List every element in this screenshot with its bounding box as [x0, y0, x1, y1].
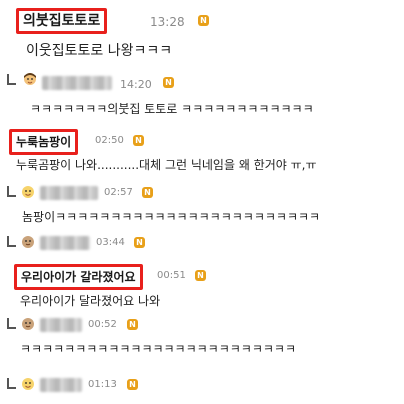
comment-time: 03:44	[96, 237, 125, 248]
new-badge-icon: N	[134, 237, 145, 248]
comment-time: 01:13	[88, 379, 117, 390]
new-badge-icon: N	[142, 187, 153, 198]
new-badge-icon: N	[133, 135, 144, 146]
avatar-icon	[22, 236, 34, 248]
reply-arrow-icon	[7, 378, 16, 389]
blurred-author-name	[42, 76, 112, 90]
avatar-icon	[22, 378, 34, 390]
avatar-icon	[24, 73, 36, 85]
comment-text: 우리아이가 달라졌어요 나와	[20, 294, 161, 308]
comment-text: 이웃집토토로 나왕ㅋㅋㅋ	[26, 43, 173, 59]
reply-arrow-icon	[7, 74, 16, 85]
reply-3: 03:44 N	[0, 232, 404, 258]
comment-time: 13:28	[150, 15, 185, 29]
new-badge-icon: N	[198, 15, 209, 26]
new-badge-icon: N	[195, 270, 206, 281]
new-badge-icon: N	[127, 319, 138, 330]
reply-5: 01:13 N	[0, 374, 404, 404]
author-name-highlighted[interactable]: 의붓집토토로	[16, 8, 108, 34]
comment-time: 00:51	[157, 270, 186, 281]
reply-arrow-icon	[7, 318, 16, 329]
reply-1: 14:20 N ㅋㅋㅋㅋㅋㅋㅋ의붓집 토토로 ㅋㅋㅋㅋㅋㅋㅋㅋㅋㅋㅋㅋ	[0, 70, 404, 122]
reply-arrow-icon	[7, 186, 16, 197]
avatar-icon	[22, 186, 34, 198]
author-name-highlighted[interactable]: 우리아이가 갈라졌어요	[14, 264, 143, 290]
new-badge-icon: N	[127, 379, 138, 390]
blurred-author-name	[40, 236, 90, 250]
comment-time: 02:50	[95, 135, 124, 146]
comment-text: ㅋㅋㅋㅋㅋㅋㅋ의붓집 토토로 ㅋㅋㅋㅋㅋㅋㅋㅋㅋㅋㅋㅋ	[30, 102, 314, 116]
blurred-author-name	[40, 378, 82, 392]
author-name-highlighted[interactable]: 누룩놈팡이	[9, 129, 79, 155]
comment-2: 누룩놈팡이 02:50 N 누룩곰팡이 나와...........대체 그런 닉…	[0, 122, 404, 177]
blurred-author-name	[40, 186, 98, 200]
comment-text: ㅋㅋㅋㅋㅋㅋㅋㅋㅋㅋㅋㅋㅋㅋㅋㅋㅋㅋㅋㅋㅋㅋㅋㅋㅋ	[20, 342, 297, 356]
avatar-icon	[22, 318, 34, 330]
comment-time: 14:20	[120, 78, 152, 91]
comment-text: 놈팡이ㅋㅋㅋㅋㅋㅋㅋㅋㅋㅋㅋㅋㅋㅋㅋㅋㅋㅋㅋㅋㅋㅋㅋㅋ	[22, 210, 321, 224]
reply-2: 02:57 N 놈팡이ㅋㅋㅋㅋㅋㅋㅋㅋㅋㅋㅋㅋㅋㅋㅋㅋㅋㅋㅋㅋㅋㅋㅋㅋ	[0, 182, 404, 226]
blurred-author-name	[40, 318, 82, 332]
comment-time: 00:52	[88, 319, 117, 330]
new-badge-icon: N	[163, 77, 174, 88]
comment-1: 의붓집토토로 13:28 N 이웃집토토로 나왕ㅋㅋㅋ	[0, 0, 404, 70]
comment-text: 누룩곰팡이 나와...........대체 그런 닉네임을 왜 한거야 ㅠ,ㅠ	[16, 158, 317, 172]
reply-4: 00:52 N ㅋㅋㅋㅋㅋㅋㅋㅋㅋㅋㅋㅋㅋㅋㅋㅋㅋㅋㅋㅋㅋㅋㅋㅋㅋ	[0, 314, 404, 364]
comment-time: 02:57	[104, 187, 133, 198]
comment-3: 우리아이가 갈라졌어요 00:51 N 우리아이가 달라졌어요 나와	[0, 258, 404, 312]
reply-arrow-icon	[7, 236, 16, 247]
